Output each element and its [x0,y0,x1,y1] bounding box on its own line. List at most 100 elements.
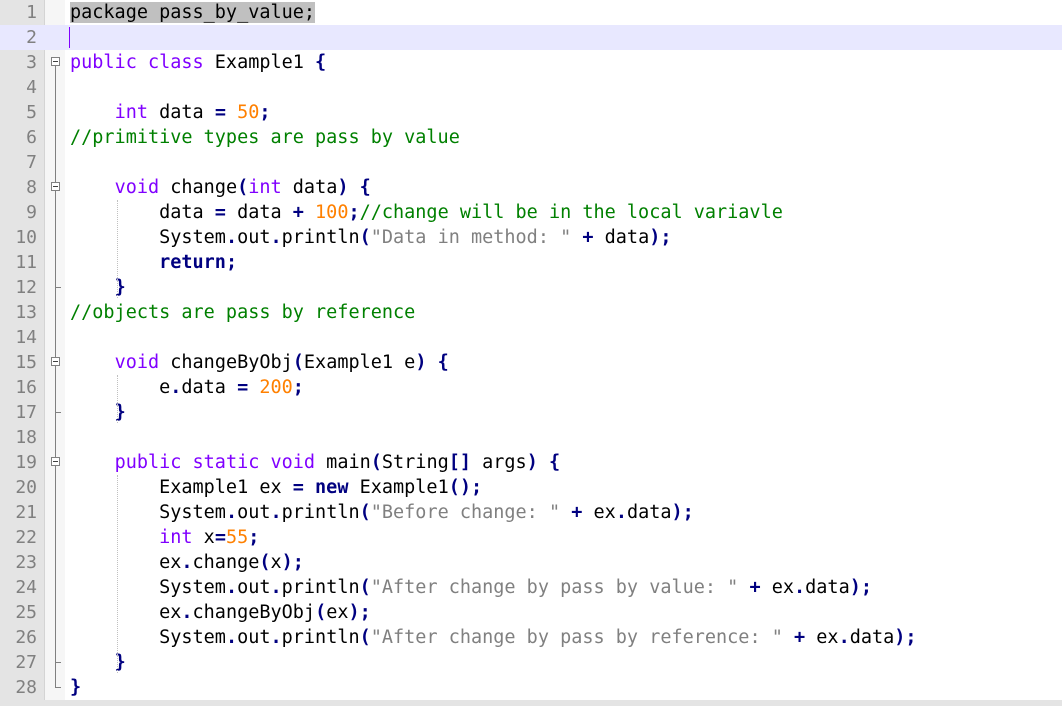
line-number: 1 [26,2,37,23]
text-caret [69,27,70,48]
code-token: data [849,627,895,648]
code-token: change [159,177,238,198]
code-token: "After change by pass by value: " [370,577,739,598]
fold-line [55,475,56,500]
code-token: new [315,477,349,498]
code-line[interactable]: 11 return; [0,250,1062,275]
code-line[interactable]: 5 int data = 50; [0,100,1062,125]
code-text: data = data + 100;//change will be in th… [70,200,783,225]
code-editor[interactable]: 1 package pass_by_value; 2 3 public class Ex… [0,0,1062,706]
code-token: changeByObj [159,352,293,373]
code-line[interactable]: 8 void change(int data) { [0,175,1062,200]
fold-line [55,625,56,650]
code-line[interactable]: 14 [0,325,1062,350]
line-number: 8 [26,177,37,198]
line-number: 26 [15,627,37,648]
code-line[interactable]: 16 e.data = 200; [0,375,1062,400]
code-text: ex.change(x); [70,550,304,575]
code-token: { [359,177,371,198]
code-line[interactable]: 23 ex.change(x); [0,550,1062,575]
code-token: . [225,227,238,248]
fold-toggle-icon[interactable] [51,182,60,191]
code-token: { [437,352,449,373]
code-line[interactable]: 28} [0,675,1062,700]
line-number: 16 [15,377,37,398]
code-token: //change will be in the local variavle [359,202,783,223]
line-number: 5 [26,102,37,123]
code-line[interactable]: 1 package pass_by_value; [0,0,1062,25]
code-line[interactable]: 26 System.out.println("After change by p… [0,625,1062,650]
code-line[interactable]: 27 } [0,650,1062,675]
code-token: data [181,377,238,398]
code-token: ex [326,602,349,623]
horizontal-scrollbar-edge[interactable] [0,700,1062,706]
code-token: println [281,577,360,598]
code-token: ) [526,452,538,473]
code-line[interactable]: 7 [0,150,1062,175]
indent-guide [116,200,118,298]
code-token: . [270,577,282,598]
code-token: (); [448,477,483,498]
code-text: ex.changeByObj(ex); [70,600,371,625]
fold-line [55,200,56,225]
code-line[interactable]: 4 [0,75,1062,100]
code-token: println [281,502,360,523]
code-line[interactable]: 15 void changeByObj(Example1 e) { [0,350,1062,375]
fold-line [55,450,56,457]
code-token: Example1 [348,477,449,498]
code-line[interactable]: 20 Example1 ex = new Example1(); [0,475,1062,500]
code-line[interactable]: 10 System.out.println("Data in method: "… [0,225,1062,250]
fold-toggle-icon[interactable] [51,457,60,466]
code-line[interactable]: 24 System.out.println("After change by p… [0,575,1062,600]
code-line[interactable]: 18 [0,425,1062,450]
code-line[interactable]: 9 data = data + 100;//change will be in … [0,200,1062,225]
code-text: System.out.println("Data in method: " + … [70,225,671,250]
code-token: return [159,252,226,273]
code-text: public class Example1 { [70,50,326,75]
code-text: Example1 ex = new Example1(); [70,475,482,500]
code-token: data [281,177,338,198]
code-line[interactable]: 2 [0,25,1062,50]
code-token: Example1 e [303,352,416,373]
code-line[interactable]: 13 //objects are pass by reference [0,300,1062,325]
code-line[interactable]: 3 public class Example1 { [0,50,1062,75]
code-text: public static void main(String[] args) { [70,450,561,475]
fold-line [55,250,56,275]
fold-line [55,66,56,75]
code-line[interactable]: 12 } [0,275,1062,300]
code-token: . [225,577,238,598]
code-token: ) [415,352,427,373]
code-token: = [237,377,249,398]
code-token: = [214,527,226,548]
code-token: [] [448,452,471,473]
fold-line [55,300,56,325]
code-line[interactable]: 19 public static void main(String[] args… [0,450,1062,475]
code-token: . [181,602,193,623]
code-line[interactable]: 17 } [0,400,1062,425]
fold-line [55,175,56,182]
code-text: void changeByObj(Example1 e) { [70,350,449,375]
code-token: "Before change: " [370,502,561,523]
code-line[interactable]: 6 //primitive types are pass by value [0,125,1062,150]
code-token: ( [292,352,304,373]
code-line[interactable]: 21 System.out.println("Before change: " … [0,500,1062,525]
code-token: data [147,102,215,123]
code-token: e [70,377,171,398]
code-line[interactable]: 25 ex.changeByObj(ex); [0,600,1062,625]
fold-line [55,150,56,175]
code-token: . [270,227,282,248]
fold-line [55,366,56,375]
line-number: 23 [15,552,37,573]
code-line[interactable]: 22 int x=55; [0,525,1062,550]
code-token: ( [259,552,271,573]
fold-toggle-icon[interactable] [51,57,60,66]
line-number: 28 [15,677,37,698]
fold-toggle-icon[interactable] [51,357,60,366]
code-token: out [237,502,271,523]
